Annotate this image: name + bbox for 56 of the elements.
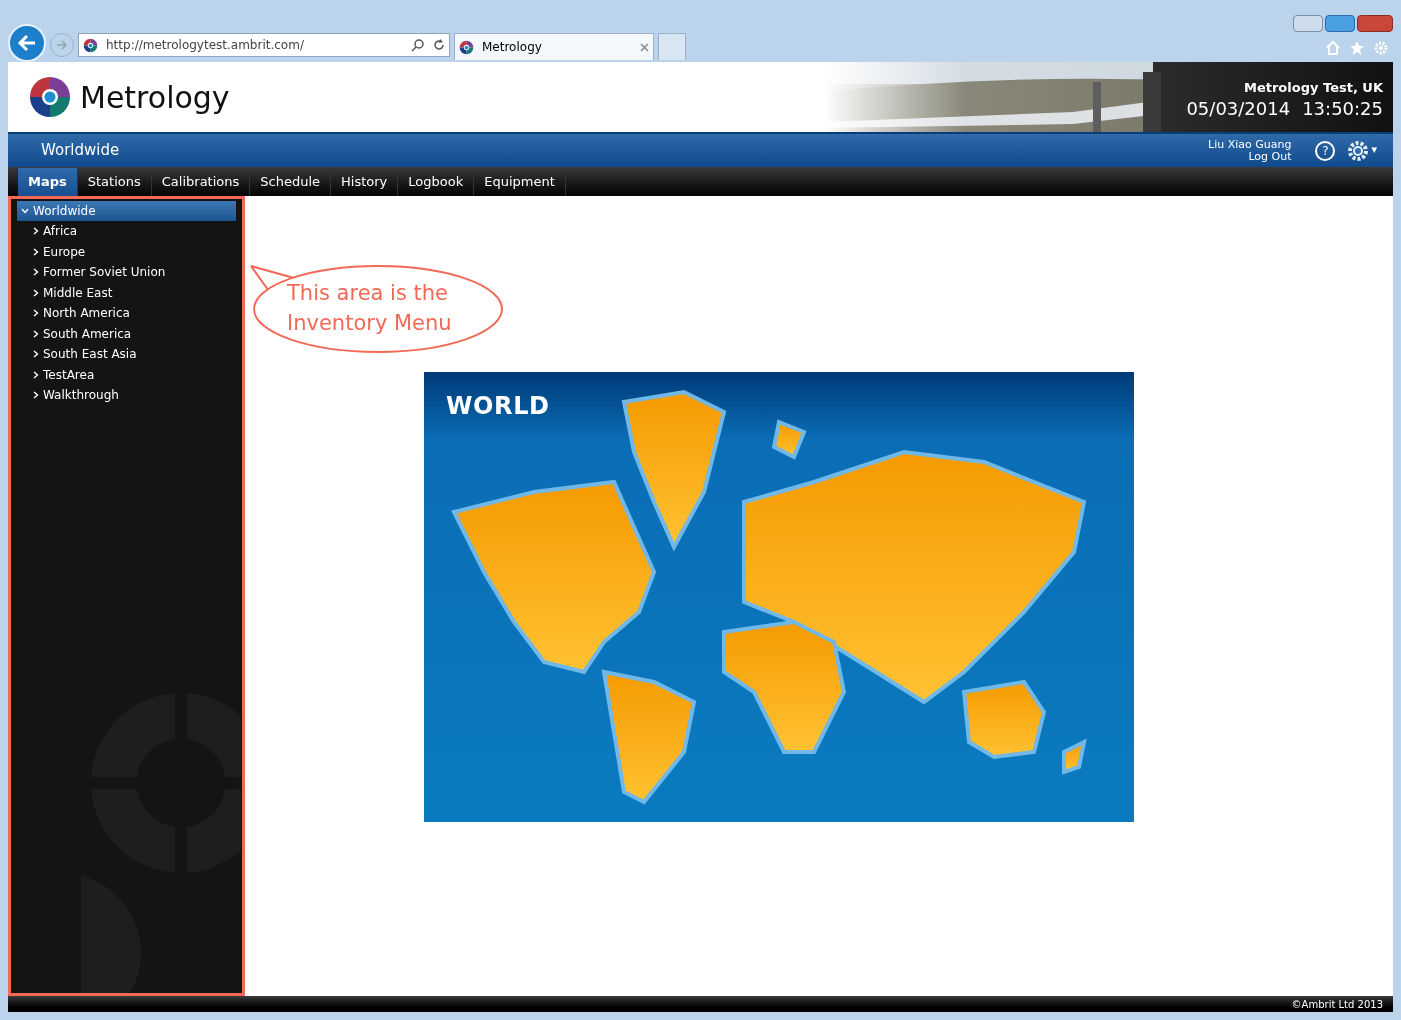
back-arrow-icon	[17, 33, 37, 53]
tree-item[interactable]: Europe	[17, 241, 236, 262]
browser-tab[interactable]: Metrology	[454, 33, 654, 60]
nav-tab[interactable]: History	[331, 168, 399, 196]
gear-icon[interactable]	[1347, 139, 1370, 162]
chevron-right-icon	[33, 309, 39, 317]
chevron-right-icon	[33, 288, 39, 297]
chevron-right-icon	[33, 370, 39, 379]
minimize-button[interactable]	[1293, 15, 1323, 32]
date-text: 05/03/2014	[1186, 97, 1291, 120]
maximize-button[interactable]	[1325, 15, 1355, 32]
chevron-right-icon	[33, 268, 39, 276]
home-icon[interactable]	[1325, 40, 1341, 56]
tree-item[interactable]: Africa	[17, 221, 236, 241]
chevron-right-icon	[33, 329, 39, 338]
refresh-icon	[433, 39, 445, 51]
site-name: Metrology Test, UK	[1244, 79, 1383, 97]
chevron-right-icon	[33, 350, 39, 358]
dropdown-caret[interactable]: ▾	[1371, 142, 1377, 159]
logo-icon	[83, 37, 98, 53]
tree-item[interactable]: Former Soviet Union	[17, 262, 236, 282]
tree-item[interactable]: South East Asia	[17, 344, 236, 364]
user-name: Liu Xiao Guang	[1208, 138, 1292, 151]
tree-item[interactable]: Middle East	[17, 282, 236, 303]
chevron-right-icon	[33, 227, 39, 235]
logo-text: Metrology	[80, 78, 230, 117]
callout-text: This area is the Inventory Menu	[287, 280, 453, 337]
logout-link[interactable]: Log Out	[1248, 150, 1292, 163]
tree-item[interactable]: North America	[17, 303, 236, 323]
map-title: WORLD	[446, 391, 550, 422]
tree-item[interactable]: TestArea	[17, 364, 236, 385]
settings-icon[interactable]	[1373, 40, 1389, 56]
logo-icon	[459, 39, 474, 55]
tree-item[interactable]: South America	[17, 323, 236, 344]
star-icon[interactable]	[1349, 40, 1365, 56]
search-icon	[411, 38, 425, 52]
forward-arrow-icon	[55, 38, 69, 52]
nav-tab[interactable]: Logbook	[398, 168, 475, 196]
nav-tab[interactable]: Equipment	[474, 168, 566, 196]
chevron-down-icon	[21, 208, 29, 214]
address-bar[interactable]: http://metrologytest.ambrit.com/	[78, 33, 450, 57]
time-text: 13:50:25	[1302, 97, 1383, 120]
nav-tab[interactable]: Maps	[18, 168, 78, 196]
chevron-right-icon	[33, 391, 39, 399]
page-title: Worldwide	[41, 140, 120, 162]
chevron-right-icon	[33, 247, 39, 256]
help-button[interactable]: ?	[1315, 140, 1336, 161]
close-icon	[640, 42, 649, 52]
close-button[interactable]	[1357, 15, 1393, 32]
new-tab-button[interactable]	[658, 33, 686, 60]
copyright-text: ©Ambrit Ltd 2013	[1291, 997, 1383, 1012]
back-button[interactable]	[8, 24, 46, 62]
tree-item[interactable]: Worldwide	[17, 201, 236, 221]
logo-icon	[28, 75, 72, 119]
tree-item[interactable]: Walkthrough	[17, 385, 236, 405]
nav-tab[interactable]: Schedule	[250, 168, 332, 196]
